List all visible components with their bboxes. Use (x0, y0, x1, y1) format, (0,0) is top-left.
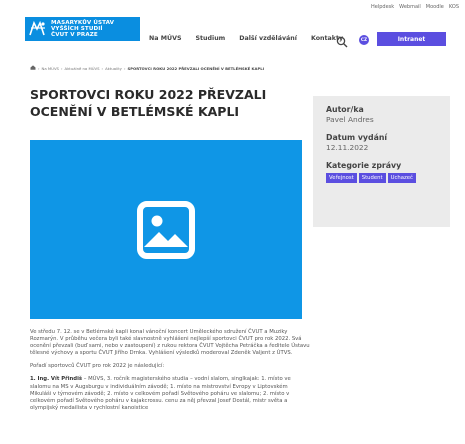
breadcrumb-separator: › (38, 65, 40, 71)
ranking-athlete-name: 1. Ing. Vít Přindiš (30, 376, 83, 383)
page-title: SPORTOVCI ROKU 2022 PŘEVZALI OCENĚNÍ V B… (30, 87, 267, 119)
home-icon[interactable] (30, 65, 36, 71)
hero-image (30, 140, 302, 319)
article-body: Ve středu 7. 12. se v Betlémské kapli ko… (30, 329, 310, 418)
author-value: Pavel Andres (326, 115, 374, 124)
breadcrumb-separator: › (60, 65, 63, 71)
logo-text: MASARYKŮV ÚSTAV VYŠŠÍCH STUDIÍ ČVUT V PR… (51, 20, 114, 39)
site-header: Helpdesk Webmail Moodle KOS MASARYKŮV ÚS… (0, 0, 465, 62)
article-info-sidebar: Autor/ka Pavel Andres Datum vydání 12.11… (313, 96, 450, 227)
nav-item-studium[interactable]: Studium (196, 35, 226, 42)
top-link-kos[interactable]: KOS (449, 4, 459, 10)
article-paragraph: Ve středu 7. 12. se v Betlémské kapli ko… (30, 329, 310, 357)
tag-uchazec[interactable]: Uchazeč (387, 173, 416, 183)
site-logo[interactable]: MASARYKŮV ÚSTAV VYŠŠÍCH STUDIÍ ČVUT V PR… (25, 17, 140, 41)
nav-item-dalsi-vzdelavani[interactable]: Další vzdělávání (239, 35, 297, 42)
logo-emblem-icon (25, 17, 51, 41)
language-switch-button[interactable]: CZ (359, 35, 369, 45)
article-paragraph: Pořadí sportovců ČVUT pro rok 2022 je ná… (30, 363, 165, 370)
tag-verejnost[interactable]: Veřejnost (326, 173, 357, 183)
breadcrumb-item-aktuality[interactable]: Aktuality (105, 66, 122, 71)
category-label: Kategorie zprávy (326, 161, 402, 170)
tag-student[interactable]: Student (358, 173, 386, 183)
logo-line-3: ČVUT V PRAZE (51, 32, 98, 39)
breadcrumb: › Na MÚVS › Aktuálně na MÚVS › Aktuality… (30, 65, 264, 71)
search-icon[interactable] (336, 33, 348, 48)
category-tags: Veřejnost Student Uchazeč (326, 173, 450, 183)
intranet-button[interactable]: Intranet (377, 32, 446, 46)
author-label: Autor/ka (326, 105, 364, 114)
image-placeholder-icon (137, 200, 195, 259)
top-link-webmail[interactable]: Webmail (399, 4, 421, 10)
top-link-helpdesk[interactable]: Helpdesk (371, 4, 394, 10)
date-label: Datum vydání (326, 133, 388, 142)
breadcrumb-item-aktualne[interactable]: Aktuálně na MÚVS (65, 66, 100, 71)
main-nav: Na MÚVS Studium Další vzdělávání Kontakt… (149, 35, 343, 42)
breadcrumb-current: SPORTOVCI ROKU 2022 PŘEVZALI OCENĚNÍ V B… (127, 65, 265, 71)
ranking-list-item: 1. Ing. Vít Přindiš – MÚVS, 3. ročník ma… (30, 376, 310, 411)
top-links: Helpdesk Webmail Moodle KOS (371, 4, 459, 10)
nav-item-na-muvs[interactable]: Na MÚVS (149, 35, 182, 42)
date-value: 12.11.2022 (326, 143, 369, 152)
breadcrumb-separator: › (123, 65, 126, 71)
top-link-moodle[interactable]: Moodle (426, 4, 444, 10)
breadcrumb-item-na-muvs[interactable]: Na MÚVS (42, 66, 59, 71)
breadcrumb-separator: › (101, 65, 104, 71)
